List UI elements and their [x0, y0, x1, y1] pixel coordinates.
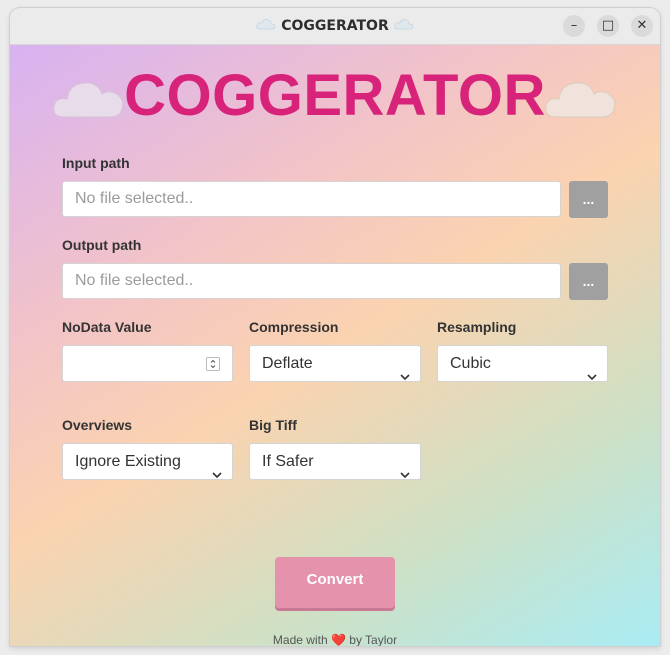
maximize-button[interactable]: □	[597, 15, 619, 37]
cloud-icon	[256, 18, 276, 34]
titlebar[interactable]: COGGERATOR – □ ✕	[10, 8, 660, 45]
compression-label: Compression	[249, 319, 339, 335]
main-content: COGGERATOR Input path No file selected..…	[10, 45, 660, 646]
resampling-value: Cubic	[450, 355, 491, 372]
overviews-label: Overviews	[62, 417, 133, 433]
compression-value: Deflate	[262, 355, 313, 372]
input-path-field[interactable]: No file selected..	[62, 181, 561, 217]
app-window: COGGERATOR – □ ✕ COGGERATOR Input path N…	[10, 8, 660, 646]
chevron-down-icon	[400, 457, 410, 492]
close-button[interactable]: ✕	[631, 15, 653, 37]
resampling-label: Resampling	[437, 319, 517, 335]
bigtiff-label: Big Tiff	[249, 417, 297, 433]
chevron-down-icon	[212, 457, 222, 492]
nodata-input[interactable]	[62, 345, 233, 382]
overviews-value: Ignore Existing	[75, 453, 181, 470]
chevron-down-icon	[587, 359, 597, 394]
input-path-label: Input path	[62, 155, 130, 171]
chevron-down-icon	[400, 359, 410, 394]
window-title-text: COGGERATOR	[281, 18, 389, 34]
footer-suffix: by Taylor	[349, 633, 398, 646]
convert-button[interactable]: Convert	[275, 557, 395, 608]
cloud-icon	[394, 18, 414, 34]
heart-icon: ❤️	[330, 633, 346, 646]
spinner-arrows-icon[interactable]	[206, 357, 220, 371]
bigtiff-select[interactable]: If Safer	[249, 443, 421, 480]
input-browse-button[interactable]: ...	[569, 181, 608, 218]
output-path-label: Output path	[62, 237, 142, 253]
minimize-button[interactable]: –	[563, 15, 585, 37]
bigtiff-value: If Safer	[262, 453, 314, 470]
output-path-field[interactable]: No file selected..	[62, 263, 561, 299]
compression-select[interactable]: Deflate	[249, 345, 421, 382]
footer-prefix: Made with	[272, 633, 328, 646]
nodata-label: NoData Value	[62, 319, 152, 335]
overviews-select[interactable]: Ignore Existing	[62, 443, 233, 480]
resampling-select[interactable]: Cubic	[437, 345, 608, 382]
output-browse-button[interactable]: ...	[569, 263, 608, 300]
cloud-icon	[544, 73, 618, 126]
footer: Made with ❤️ by Taylor	[10, 633, 660, 646]
